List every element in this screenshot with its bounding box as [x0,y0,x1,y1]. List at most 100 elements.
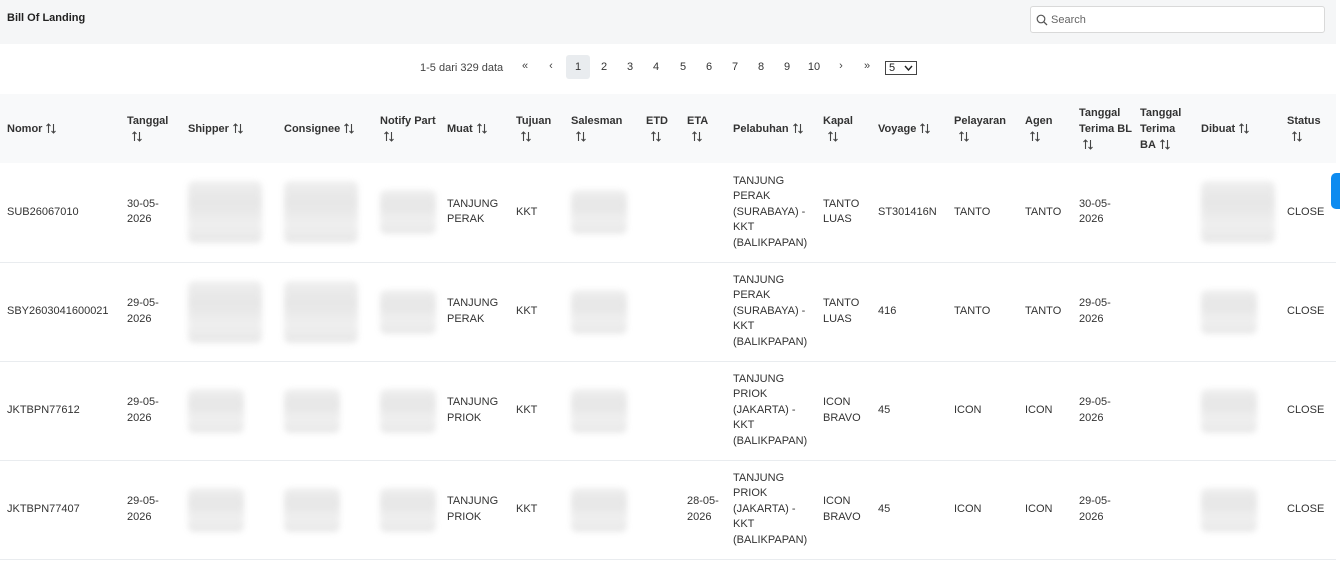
sort-icon[interactable] [1238,123,1250,134]
cell-agen: ICON [1025,502,1053,515]
redacted-notify-part [380,190,436,235]
sort-icon[interactable] [343,123,355,134]
cell-voyage: 45 [878,502,891,515]
column-header[interactable]: Status [1280,94,1336,163]
cell-muat: TANJUNG PERAK [447,197,499,226]
cell-etd [639,361,680,460]
redacted-dibuat [1201,487,1257,532]
cell-notify-part [373,460,440,559]
cell-pelabuhan: TANJUNG PERAK (SURABAYA) - KKT (BALIKPAP… [733,273,808,348]
cell-nomor: SBY2603041600021 [7,304,109,317]
column-header[interactable]: Pelabuhan [726,94,816,163]
chevron-down-icon [904,65,913,71]
search-input[interactable] [1051,10,1319,29]
cell-voyage: ST301416N [878,205,937,218]
column-header[interactable]: Dibuat [1194,94,1280,163]
sort-icon[interactable] [1291,131,1303,142]
column-header[interactable]: Salesman [564,94,639,163]
cell-terima-ba [1133,163,1194,262]
page-button[interactable]: 7 [723,55,747,79]
page-button[interactable]: 9 [775,55,799,79]
cell-notify-part [373,163,440,262]
cell-salesman [564,262,639,361]
sort-icon[interactable] [1029,131,1041,142]
cell-tujuan: KKT [516,205,538,218]
column-header[interactable]: Shipper [181,94,277,163]
cell-muat: TANJUNG PRIOK [447,396,499,424]
cell-etd [639,262,680,361]
cell-nomor: SUB26067010 [7,205,79,218]
cell-terima-bl: 29-05-2026 [1079,297,1111,325]
page-button[interactable]: 3 [618,55,642,79]
cell-tujuan: KKT [516,304,538,317]
sort-icon[interactable] [131,131,143,142]
sort-icon[interactable] [476,123,488,134]
cell-shipper [181,361,277,460]
pagination-info: 1-5 dari 329 data [420,62,504,74]
side-panel-toggle[interactable] [1331,173,1340,209]
cell-pelabuhan: TANJUNG PRIOK (JAKARTA) - KKT (BALIKPAPA… [733,372,808,447]
cell-nomor: JKTBPN77407 [7,502,80,515]
cell-pelabuhan: TANJUNG PRIOK (JAKARTA) - KKT (BALIKPAPA… [733,471,808,546]
page-button[interactable]: 4 [644,55,668,79]
sort-icon[interactable] [232,123,244,134]
pagination: 1-5 dari 329 data « ‹ 1 2 3 4 5 6 7 8 9 … [0,55,1340,79]
cell-eta [680,262,726,361]
sort-icon[interactable] [919,123,931,134]
column-header[interactable]: ETD [639,94,680,163]
sort-icon[interactable] [650,131,662,142]
table-row[interactable]: SUB26067010 30-05-2026 TANJUNG PERAK KKT… [0,163,1336,262]
redacted-notify-part [380,388,436,433]
sort-icon[interactable] [520,131,532,142]
column-header[interactable]: Muat [440,94,509,163]
page-button[interactable]: 5 [671,55,695,79]
search-box[interactable] [1030,6,1325,33]
table-row[interactable]: JKTBPN77612 29-05-2026 TANJUNG PRIOK KKT… [0,361,1336,460]
column-header[interactable]: Voyage [871,94,947,163]
table-row[interactable]: SBY2603041600021 29-05-2026 TANJUNG PERA… [0,262,1336,361]
page-button[interactable]: 10 [802,55,826,79]
column-header[interactable]: Consignee [277,94,373,163]
cell-status: CLOSE [1287,502,1325,515]
page-button[interactable]: 8 [749,55,773,79]
cell-dibuat [1194,361,1280,460]
prev-page-icon[interactable]: ‹ [541,56,561,78]
column-header[interactable]: Tujuan [509,94,564,163]
page-button[interactable]: 1 [566,55,590,79]
sort-icon[interactable] [691,131,703,142]
sort-icon[interactable] [575,131,587,142]
cell-tanggal: 29-05-2026 [127,396,159,424]
next-page-icon[interactable]: › [831,56,851,78]
sort-icon[interactable] [45,123,57,134]
last-page-icon[interactable]: » [857,56,877,78]
sort-icon[interactable] [383,131,395,142]
column-header[interactable]: Tanggal Terima BL [1072,94,1133,163]
redacted-dibuat [1201,289,1257,334]
column-header[interactable]: Kapal [816,94,871,163]
column-header[interactable]: Agen [1018,94,1072,163]
table-row[interactable]: JKTBPN77407 29-05-2026 TANJUNG PRIOK KKT… [0,460,1336,559]
sort-icon[interactable] [827,131,839,142]
column-header[interactable]: Pelayaran [947,94,1018,163]
redacted-consignee [284,487,340,532]
page-size-select[interactable]: 5 [885,61,917,75]
cell-status: CLOSE [1287,205,1325,218]
cell-kapal: ICON BRAVO [823,396,861,424]
page-button[interactable]: 6 [697,55,721,79]
sort-icon[interactable] [1082,139,1094,150]
cell-pelabuhan: TANJUNG PERAK (SURABAYA) - KKT (BALIKPAP… [733,174,808,249]
page-button[interactable]: 2 [592,55,616,79]
cell-notify-part [373,361,440,460]
column-header[interactable]: ETA [680,94,726,163]
first-page-icon[interactable]: « [515,56,535,78]
column-header[interactable]: Tanggal Terima BA [1133,94,1194,163]
column-header[interactable]: Notify Part [373,94,440,163]
redacted-consignee [284,280,358,343]
column-header[interactable]: Tanggal [120,94,181,163]
sort-icon[interactable] [792,123,804,134]
column-header[interactable]: Nomor [0,94,120,163]
sort-icon[interactable] [958,131,970,142]
cell-consignee [277,163,373,262]
sort-icon[interactable] [1159,139,1171,150]
redacted-shipper [188,487,244,532]
